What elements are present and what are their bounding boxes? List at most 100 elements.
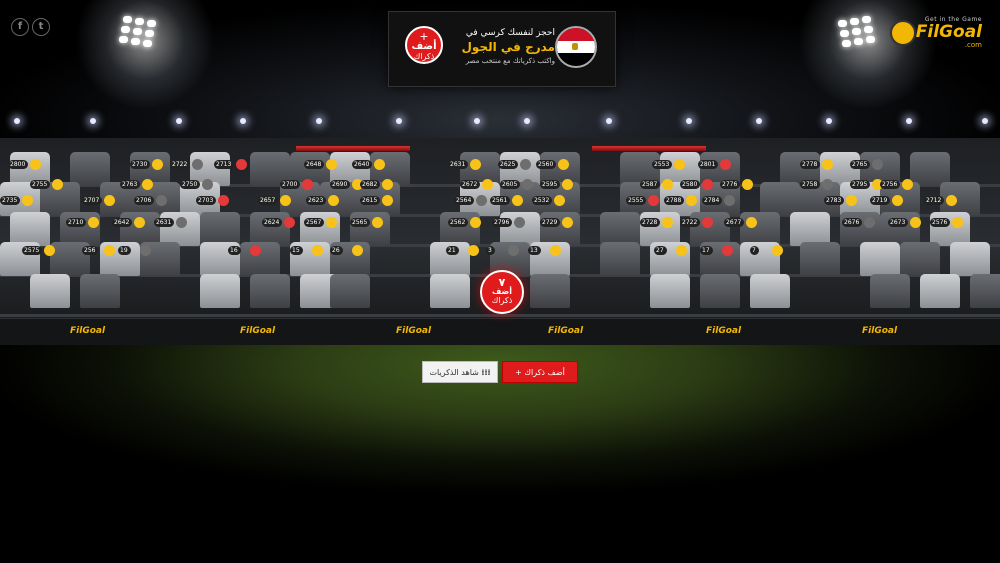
- seat-number-chip[interactable]: 2763: [120, 180, 141, 189]
- stadium-seat[interactable]: [700, 274, 740, 308]
- smiley-face-icon[interactable]: [562, 217, 573, 228]
- seat-number-chip[interactable]: 16: [228, 246, 241, 255]
- sad-face-icon[interactable]: [720, 159, 731, 170]
- seat-number-chip[interactable]: 2595: [540, 180, 561, 189]
- seat-number-chip[interactable]: 19: [118, 246, 131, 255]
- seat-number-chip[interactable]: 2750: [180, 180, 201, 189]
- seat-number-chip[interactable]: 2700: [280, 180, 301, 189]
- seat-number-chip[interactable]: 2657: [258, 196, 279, 205]
- sad-face-icon[interactable]: [218, 195, 229, 206]
- stadium-seat[interactable]: [200, 212, 240, 246]
- stadium-seat[interactable]: [800, 242, 840, 276]
- seat-number-chip[interactable]: 17: [700, 246, 713, 255]
- seat-number-chip[interactable]: 2640: [352, 160, 373, 169]
- seat-number-chip[interactable]: 2677: [724, 218, 745, 227]
- smiley-face-icon[interactable]: [52, 179, 63, 190]
- seat-number-chip[interactable]: 13: [528, 246, 541, 255]
- seat-number-chip[interactable]: 2712: [924, 196, 945, 205]
- seat-number-chip[interactable]: 2706: [134, 196, 155, 205]
- smiley-face-icon[interactable]: [142, 179, 153, 190]
- stadium-seat[interactable]: [750, 274, 790, 308]
- smiley-face-icon[interactable]: [328, 195, 339, 206]
- stadium-seat[interactable]: [920, 274, 960, 308]
- user-avatar[interactable]: [520, 159, 531, 170]
- stadium-seat[interactable]: [910, 152, 950, 186]
- seat-number-chip[interactable]: 7: [750, 246, 759, 255]
- stadium-seat[interactable]: [250, 274, 290, 308]
- seat-number-chip[interactable]: 2562: [448, 218, 469, 227]
- seat-number-chip[interactable]: 2624: [262, 218, 283, 227]
- sad-face-icon[interactable]: [236, 159, 247, 170]
- smiley-face-icon[interactable]: [910, 217, 921, 228]
- filgoal-logo[interactable]: Get in the Game FilGoal .com: [889, 16, 982, 49]
- sad-face-icon[interactable]: [722, 245, 733, 256]
- seat-number-chip[interactable]: 2778: [800, 160, 821, 169]
- smiley-face-icon[interactable]: [550, 245, 561, 256]
- seat-number-chip[interactable]: 2783: [824, 196, 845, 205]
- smiley-face-icon[interactable]: [22, 195, 33, 206]
- seat-number-chip[interactable]: 2690: [330, 180, 351, 189]
- stadium-seat[interactable]: [600, 212, 640, 246]
- user-avatar[interactable]: [156, 195, 167, 206]
- seat-number-chip[interactable]: 2631: [154, 218, 175, 227]
- user-avatar[interactable]: [176, 217, 187, 228]
- seat-number-chip[interactable]: 2555: [626, 196, 647, 205]
- facebook-icon[interactable]: f: [11, 18, 29, 36]
- smiley-face-icon[interactable]: [558, 159, 569, 170]
- seat-number-chip[interactable]: 2565: [350, 218, 371, 227]
- smiley-face-icon[interactable]: [470, 217, 481, 228]
- smiley-face-icon[interactable]: [104, 245, 115, 256]
- seat-number-chip[interactable]: 2729: [540, 218, 561, 227]
- user-avatar[interactable]: [140, 245, 151, 256]
- stadium-seat[interactable]: [70, 152, 110, 186]
- user-avatar[interactable]: [514, 217, 525, 228]
- seat-number-chip[interactable]: 2623: [306, 196, 327, 205]
- sad-face-icon[interactable]: [250, 245, 261, 256]
- seat-number-chip[interactable]: 2575: [22, 246, 43, 255]
- smiley-face-icon[interactable]: [686, 195, 697, 206]
- seat-number-chip[interactable]: 2735: [0, 196, 21, 205]
- seat-number-chip[interactable]: 2722: [680, 218, 701, 227]
- smiley-face-icon[interactable]: [104, 195, 115, 206]
- smiley-face-icon[interactable]: [554, 195, 565, 206]
- seat-number-chip[interactable]: 2722: [170, 160, 191, 169]
- add-memory-circle-button[interactable]: + أضف ذكراك: [405, 26, 443, 64]
- user-avatar[interactable]: [508, 245, 519, 256]
- smiley-face-icon[interactable]: [152, 159, 163, 170]
- seat-number-chip[interactable]: 2672: [460, 180, 481, 189]
- seat-number-chip[interactable]: 2564: [454, 196, 475, 205]
- seat-number-chip[interactable]: 2801: [698, 160, 719, 169]
- seat-number-chip[interactable]: 2796: [492, 218, 513, 227]
- seat-number-chip[interactable]: 2532: [532, 196, 553, 205]
- seat-number-chip[interactable]: 2631: [448, 160, 469, 169]
- seat-number-chip[interactable]: 2728: [640, 218, 661, 227]
- seat-number-chip[interactable]: 21: [446, 246, 459, 255]
- smiley-face-icon[interactable]: [134, 217, 145, 228]
- smiley-face-icon[interactable]: [772, 245, 783, 256]
- seat-number-chip[interactable]: 2765: [850, 160, 871, 169]
- smiley-face-icon[interactable]: [30, 159, 41, 170]
- stadium-seat[interactable]: [740, 212, 780, 246]
- smiley-face-icon[interactable]: [374, 159, 385, 170]
- user-avatar[interactable]: [872, 159, 883, 170]
- add-memory-seat-button[interactable]: ٧ أضف ذكراك: [480, 270, 524, 314]
- smiley-face-icon[interactable]: [676, 245, 687, 256]
- seat-number-chip[interactable]: 2795: [850, 180, 871, 189]
- user-avatar[interactable]: [724, 195, 735, 206]
- user-avatar[interactable]: [476, 195, 487, 206]
- user-avatar[interactable]: [864, 217, 875, 228]
- stadium-seat[interactable]: [430, 274, 470, 308]
- seat-number-chip[interactable]: 2625: [498, 160, 519, 169]
- stadium-seat[interactable]: [950, 242, 990, 276]
- smiley-face-icon[interactable]: [662, 217, 673, 228]
- smiley-face-icon[interactable]: [742, 179, 753, 190]
- stadium-seat[interactable]: [330, 274, 370, 308]
- seat-number-chip[interactable]: 27: [654, 246, 667, 255]
- seat-number-chip[interactable]: 2560: [536, 160, 557, 169]
- stadium-seat[interactable]: [530, 274, 570, 308]
- seat-number-chip[interactable]: 2561: [490, 196, 511, 205]
- smiley-face-icon[interactable]: [662, 179, 673, 190]
- smiley-face-icon[interactable]: [470, 159, 481, 170]
- stadium-seat[interactable]: [760, 182, 800, 216]
- sad-face-icon[interactable]: [648, 195, 659, 206]
